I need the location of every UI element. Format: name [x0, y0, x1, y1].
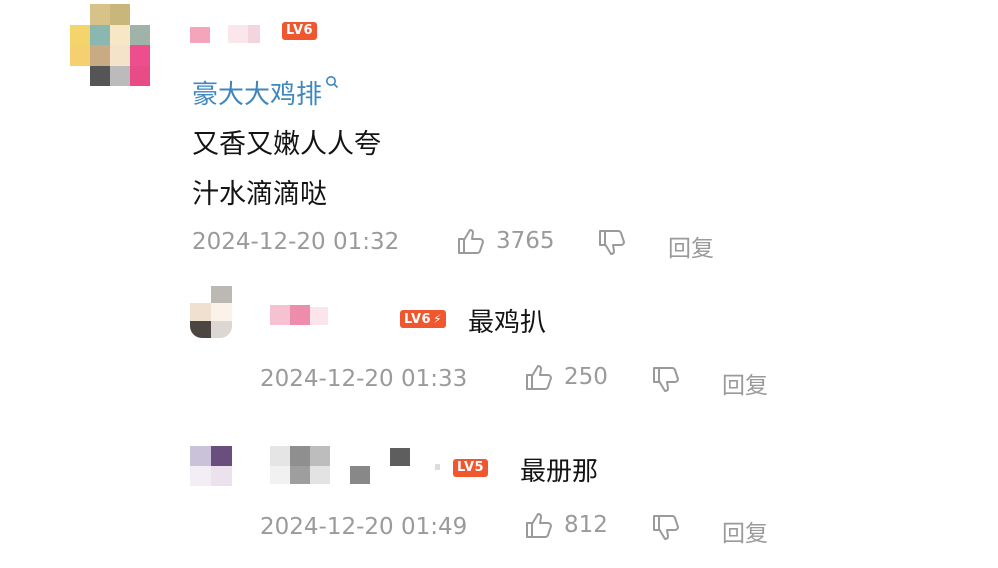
reply-avatar[interactable]: [190, 446, 232, 486]
topic-text: 豪大大鸡排: [192, 80, 323, 110]
level-badge: LV6: [282, 22, 318, 40]
reply-reply-button[interactable]: 回复: [722, 366, 768, 400]
username[interactable]: [190, 22, 270, 48]
thumbs-down-icon: [597, 228, 627, 258]
reply-like-button[interactable]: 812: [524, 510, 608, 540]
reply-timestamp: 2024-12-20 01:33: [260, 366, 468, 392]
timestamp: 2024-12-20 01:32: [192, 229, 400, 255]
reply-like-button[interactable]: 250: [524, 362, 608, 392]
reply-text: 最册那: [520, 457, 599, 487]
search-icon: [325, 75, 339, 89]
reply-reply-button[interactable]: 回复: [722, 514, 768, 548]
avatar[interactable]: [70, 4, 150, 86]
like-count: 3765: [496, 228, 555, 254]
like-button[interactable]: 3765: [456, 226, 555, 256]
reply-level-badge: LV6 ⚡: [400, 310, 447, 328]
comment-line-2: 汁水滴滴哒: [192, 179, 327, 210]
thumbs-up-icon: [524, 362, 554, 392]
thumbs-up-icon: [524, 510, 554, 540]
thumbs-down-icon: [651, 513, 681, 543]
reply-avatar[interactable]: [190, 286, 232, 338]
reply-username[interactable]: [270, 305, 370, 327]
reply-button[interactable]: 回复: [668, 229, 714, 263]
reply-level-badge: LV5: [453, 459, 489, 477]
reply-like-count: 812: [564, 512, 608, 538]
reply-like-count: 250: [564, 364, 608, 390]
thumbs-down-icon: [651, 365, 681, 395]
reply-dislike-button[interactable]: [651, 365, 681, 395]
thumbs-up-icon: [456, 226, 486, 256]
topic-link[interactable]: 豪大大鸡排: [192, 74, 339, 111]
reply-timestamp: 2024-12-20 01:49: [260, 514, 468, 540]
dislike-button[interactable]: [597, 228, 627, 258]
reply-username[interactable]: [270, 446, 440, 486]
reply-dislike-button[interactable]: [651, 513, 681, 543]
reply-text: 最鸡扒: [468, 308, 547, 338]
bolt-icon: ⚡: [433, 312, 443, 326]
comment-line-1: 又香又嫩人人夸: [192, 129, 381, 160]
